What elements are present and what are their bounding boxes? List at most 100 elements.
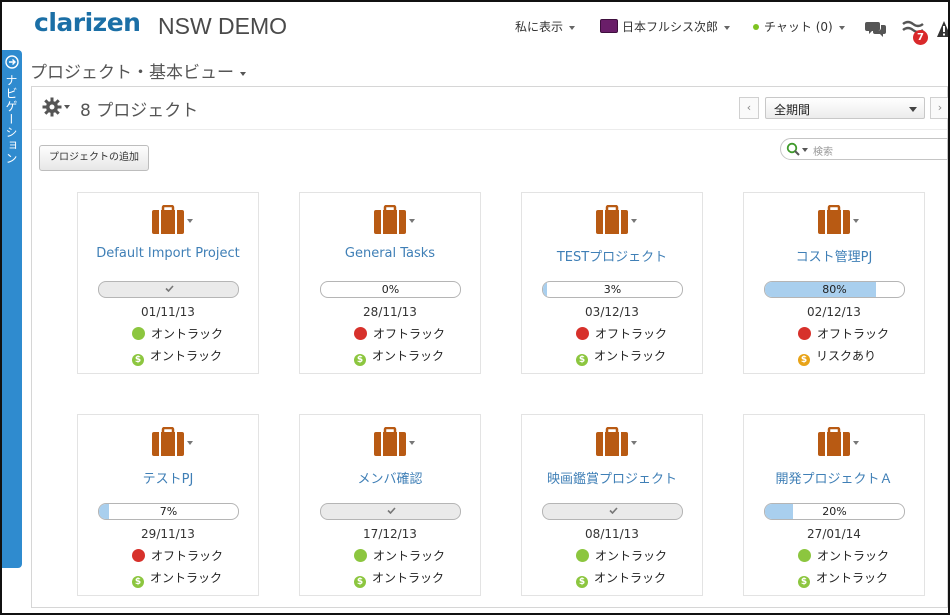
dollar-icon: $	[132, 354, 144, 366]
expand-arrow-icon[interactable]	[5, 55, 19, 69]
chevron-down-icon[interactable]	[631, 441, 637, 445]
schedule-status: オントラック	[576, 547, 667, 564]
app-logo[interactable]: clarizen	[34, 8, 141, 37]
project-date: 29/11/13	[141, 527, 195, 541]
gear-icon[interactable]	[42, 97, 62, 117]
progress-bar	[320, 503, 461, 520]
status-label: オフトラック	[373, 327, 446, 341]
chevron-down-icon[interactable]	[853, 441, 859, 445]
alert-icon[interactable]	[937, 20, 950, 38]
budget-status: $ オントラック	[576, 347, 666, 366]
project-date: 17/12/13	[363, 527, 417, 541]
schedule-status: オフトラック	[576, 325, 667, 342]
briefcase-icon	[374, 427, 406, 456]
project-name[interactable]: TESTプロジェクト	[522, 246, 702, 265]
progress-bar: 3%	[542, 281, 683, 298]
project-date: 03/12/13	[585, 305, 639, 319]
navigation-label[interactable]: ナビゲーション	[4, 74, 20, 165]
workspace-name: NSW DEMO	[158, 13, 288, 39]
chevron-down-icon[interactable]	[409, 441, 415, 445]
progress-bar: 0%	[320, 281, 461, 298]
dollar-icon: $	[354, 354, 366, 366]
progress-bar: 80%	[764, 281, 905, 298]
chevron-down-icon[interactable]	[64, 105, 70, 109]
budget-status: $ リスクあり	[798, 347, 876, 366]
status-dot-icon	[576, 327, 589, 340]
project-name[interactable]: テストPJ	[78, 468, 258, 487]
discussion-icon[interactable]	[865, 20, 887, 38]
dollar-icon: $	[132, 576, 144, 588]
schedule-status: オフトラック	[798, 325, 889, 342]
project-card[interactable]: TESTプロジェクト 3% 03/12/13 オフトラック $ オントラック	[521, 192, 703, 374]
status-label: オフトラック	[817, 327, 890, 341]
project-date: 02/12/13	[807, 305, 861, 319]
status-label: オントラック	[816, 571, 889, 585]
project-card[interactable]: メンバ確認 17/12/13 オントラック $ オントラック	[299, 414, 481, 596]
chevron-down-icon[interactable]	[802, 148, 808, 152]
show-menu-label: 私に表示	[515, 20, 564, 34]
view-selector[interactable]: プロジェクト・基本ビュー	[30, 58, 246, 83]
briefcase-icon	[818, 205, 850, 234]
divider	[32, 129, 947, 130]
project-card[interactable]: 開発プロジェクトＡ 20% 27/01/14 オントラック $ オントラック	[743, 414, 925, 596]
status-label: オントラック	[372, 349, 445, 363]
progress-bar	[98, 281, 239, 298]
chevron-down-icon	[724, 25, 731, 30]
checkmark-icon	[387, 507, 396, 514]
progress-label: 7%	[159, 505, 178, 518]
project-name[interactable]: 映画鑑賞プロジェクト	[522, 468, 702, 487]
chevron-down-icon	[240, 71, 246, 76]
show-menu[interactable]: 私に表示	[515, 18, 576, 35]
progress-bar: 20%	[764, 503, 905, 520]
status-dot-icon	[798, 549, 811, 562]
schedule-status: オントラック	[798, 547, 889, 564]
budget-status: $ オントラック	[132, 569, 222, 588]
project-date: 28/11/13	[363, 305, 417, 319]
briefcase-icon	[374, 205, 406, 234]
project-card[interactable]: コスト管理PJ 80% 02/12/13 オフトラック $ リスクあり	[743, 192, 925, 374]
project-name[interactable]: 開発プロジェクトＡ	[744, 468, 924, 487]
dollar-icon: $	[576, 576, 588, 588]
project-name[interactable]: コスト管理PJ	[744, 246, 924, 265]
progress-bar: 7%	[98, 503, 239, 520]
project-name[interactable]: General Tasks	[300, 246, 480, 261]
schedule-status: オフトラック	[354, 325, 445, 342]
budget-status: $ オントラック	[576, 569, 666, 588]
project-name[interactable]: メンバ確認	[300, 468, 480, 487]
user-menu[interactable]: 日本フルシス次郎	[600, 18, 731, 35]
dollar-icon: $	[798, 354, 810, 366]
chat-menu[interactable]: チャット (0)	[753, 18, 845, 35]
status-label: オントラック	[595, 549, 668, 563]
chevron-down-icon[interactable]	[853, 219, 859, 223]
chevron-down-icon[interactable]	[409, 219, 415, 223]
chevron-down-icon[interactable]	[631, 219, 637, 223]
project-card[interactable]: Default Import Project 01/11/13 オントラック $…	[77, 192, 259, 374]
project-card[interactable]: General Tasks 0% 28/11/13 オフトラック $ オントラック	[299, 192, 481, 374]
dollar-icon: $	[798, 576, 810, 588]
navigation-sidebar[interactable]: ナビゲーション	[2, 50, 22, 568]
period-value: 全期間	[774, 103, 811, 117]
schedule-status: オフトラック	[132, 547, 223, 564]
status-label: オントラック	[150, 571, 223, 585]
online-status-icon	[753, 24, 759, 30]
project-card[interactable]: 映画鑑賞プロジェクト 08/11/13 オントラック $ オントラック	[521, 414, 703, 596]
budget-status: $ オントラック	[798, 569, 888, 588]
chevron-down-icon[interactable]	[187, 441, 193, 445]
briefcase-icon	[596, 205, 628, 234]
schedule-status: オントラック	[132, 325, 223, 342]
period-select[interactable]: 全期間	[765, 97, 925, 119]
status-dot-icon	[132, 549, 145, 562]
schedule-status: オントラック	[354, 547, 445, 564]
notification-badge[interactable]: 7	[913, 30, 928, 45]
add-project-button[interactable]: プロジェクトの追加	[39, 145, 149, 171]
chevron-down-icon	[838, 25, 845, 30]
search-icon[interactable]	[786, 142, 800, 156]
project-card[interactable]: テストPJ 7% 29/11/13 オフトラック $ オントラック	[77, 414, 259, 596]
previous-period-button[interactable]: ‹	[739, 97, 759, 119]
project-name[interactable]: Default Import Project	[78, 246, 258, 261]
checkmark-icon	[165, 285, 174, 292]
progress-label: 3%	[603, 283, 622, 296]
next-period-button[interactable]: ›	[930, 97, 950, 119]
budget-status: $ オントラック	[132, 347, 222, 366]
chevron-down-icon[interactable]	[187, 219, 193, 223]
